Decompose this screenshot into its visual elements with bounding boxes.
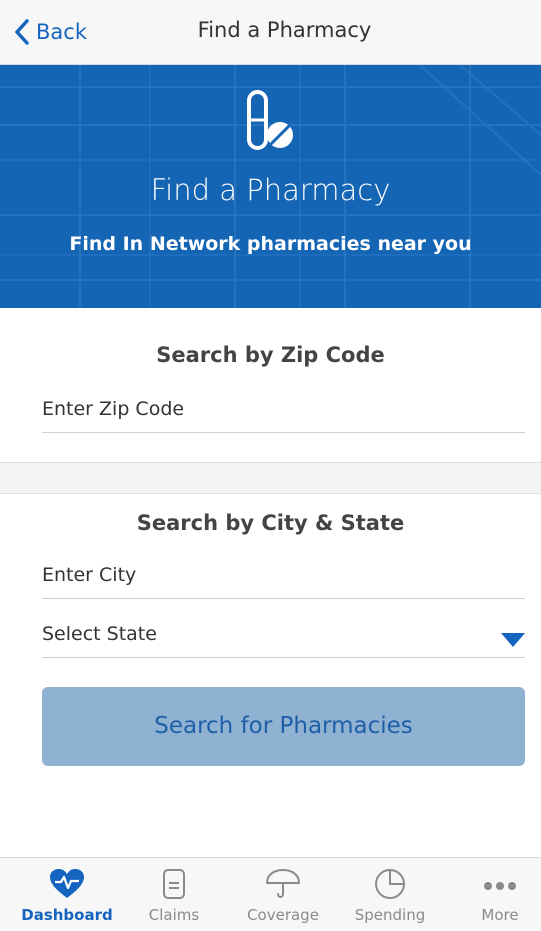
document-icon	[163, 869, 185, 899]
tab-bar: Dashboard Claims Coverage Spending More	[0, 857, 541, 931]
pie-chart-icon	[375, 869, 405, 899]
search-pharmacies-button[interactable]: Search for Pharmacies	[42, 687, 525, 766]
dropdown-arrow-icon	[501, 633, 525, 647]
tab-dashboard[interactable]: Dashboard	[17, 858, 117, 931]
pill-icon	[247, 90, 293, 150]
zip-code-input[interactable]	[42, 394, 525, 424]
state-select[interactable]: Select State	[42, 619, 525, 658]
tab-claims[interactable]: Claims	[124, 858, 224, 931]
tab-label: Spending	[354, 906, 426, 924]
tab-coverage[interactable]: Coverage	[233, 858, 333, 931]
tab-label: Dashboard	[21, 906, 113, 924]
tab-label: Claims	[148, 906, 200, 924]
heart-pulse-icon	[50, 869, 84, 898]
tab-more[interactable]: More	[450, 858, 541, 931]
hero-title: Find a Pharmacy	[150, 173, 391, 207]
umbrella-icon	[266, 869, 300, 898]
zip-section-title: Search by Zip Code	[156, 343, 385, 367]
city-input[interactable]	[42, 560, 525, 590]
hero-banner: Find a Pharmacy Find In Network pharmaci…	[0, 65, 541, 308]
page-title: Find a Pharmacy	[197, 18, 372, 42]
more-dots-icon	[484, 882, 516, 890]
tab-label: Coverage	[247, 906, 319, 924]
navigation-bar: Back Find a Pharmacy	[0, 0, 541, 65]
tab-label: More	[481, 906, 519, 924]
zip-code-field	[42, 394, 525, 433]
city-state-section-title: Search by City & State	[136, 511, 405, 535]
city-field	[42, 560, 525, 599]
tab-spending[interactable]: Spending	[340, 858, 440, 931]
state-select-value: Select State	[42, 623, 157, 645]
hero-subtitle: Find In Network pharmacies near you	[69, 233, 472, 255]
section-divider	[0, 462, 541, 494]
